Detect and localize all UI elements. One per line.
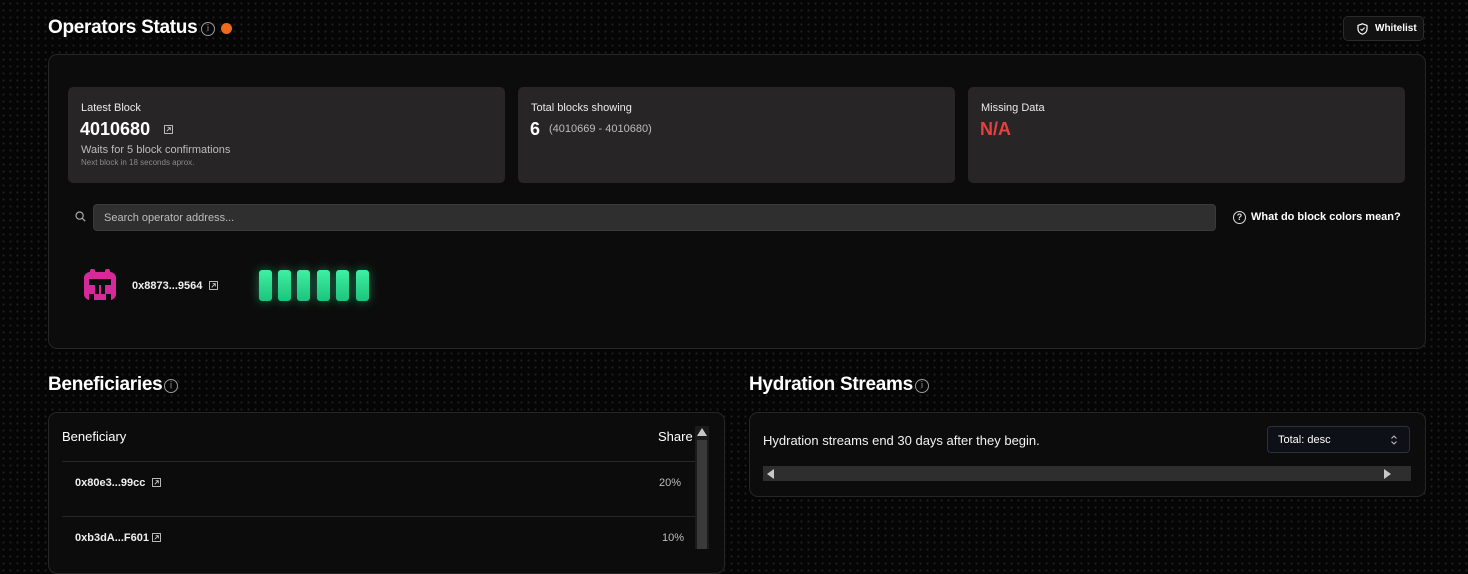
operator-avatar <box>84 269 116 300</box>
scrollbar-thumb[interactable] <box>697 440 707 549</box>
external-link-icon[interactable] <box>152 478 161 487</box>
latest-block-label: Latest Block <box>81 102 141 114</box>
scroll-right-arrow-icon[interactable] <box>1384 469 1391 479</box>
info-icon[interactable]: i <box>915 379 929 393</box>
beneficiaries-panel <box>48 412 725 574</box>
block-indicator[interactable] <box>259 270 272 301</box>
beneficiary-address[interactable]: 0x80e3...99cc <box>75 477 145 489</box>
hydration-description: Hydration streams end 30 days after they… <box>763 433 1040 448</box>
external-link-icon[interactable] <box>164 125 173 134</box>
search-icon <box>75 211 86 222</box>
total-blocks-card: Total blocks showing 6 (4010669 - 401068… <box>518 87 955 183</box>
confirmations-text: Waits for 5 block confirmations <box>81 144 231 156</box>
beneficiaries-title: Beneficiaries <box>48 374 163 395</box>
whitelist-button[interactable]: Whitelist <box>1343 16 1424 41</box>
beneficiary-share: 20% <box>659 477 682 489</box>
beneficiary-share: 10% <box>662 532 685 544</box>
info-icon[interactable]: i <box>201 22 215 36</box>
total-blocks-label: Total blocks showing <box>531 102 632 114</box>
operators-status-title: Operators Status <box>48 17 198 38</box>
block-indicator[interactable] <box>336 270 349 301</box>
external-link-icon[interactable] <box>209 281 218 290</box>
scroll-left-arrow-icon[interactable] <box>767 469 774 479</box>
block-indicator[interactable] <box>297 270 310 301</box>
chevron-up-down-icon <box>1391 435 1397 445</box>
missing-data-value: N/A <box>980 119 1011 139</box>
help-icon: ? <box>1233 211 1246 224</box>
help-link-label: What do block colors mean? <box>1251 211 1401 223</box>
whitelist-label: Whitelist <box>1375 23 1417 34</box>
next-block-text: Next block in 18 seconds aprox. <box>81 158 195 167</box>
latest-block-value: 4010680 <box>80 119 151 139</box>
external-link-icon[interactable] <box>152 533 161 542</box>
sort-select-value: Total: desc <box>1278 434 1331 446</box>
shield-icon <box>1357 23 1368 35</box>
hydration-streams-title: Hydration Streams <box>749 374 913 395</box>
missing-data-label: Missing Data <box>981 102 1045 114</box>
divider <box>62 516 695 517</box>
missing-data-card: Missing Data N/A <box>968 87 1405 183</box>
sort-select[interactable]: Total: desc <box>1267 426 1410 453</box>
latest-block-card: Latest Block 4010680 Waits for 5 block c… <box>68 87 505 183</box>
scroll-up-arrow-icon[interactable] <box>697 428 707 436</box>
operator-address[interactable]: 0x8873...9564 <box>132 280 202 292</box>
hydration-panel <box>749 412 1426 497</box>
block-range: (4010669 - 4010680) <box>549 123 652 135</box>
operator-search-input[interactable] <box>93 204 1216 231</box>
divider <box>62 461 695 462</box>
block-indicator[interactable] <box>317 270 330 301</box>
info-icon[interactable]: i <box>164 379 178 393</box>
block-indicator[interactable] <box>356 270 369 301</box>
beneficiary-address[interactable]: 0xb3dA...F601 <box>75 532 149 544</box>
column-header-beneficiary[interactable]: Beneficiary <box>62 429 126 444</box>
column-header-share[interactable]: Share <box>658 429 693 444</box>
total-blocks-value: 6 <box>530 119 541 139</box>
horizontal-scrollbar[interactable] <box>763 466 1411 481</box>
status-indicator <box>221 23 232 34</box>
block-indicator[interactable] <box>278 270 291 301</box>
